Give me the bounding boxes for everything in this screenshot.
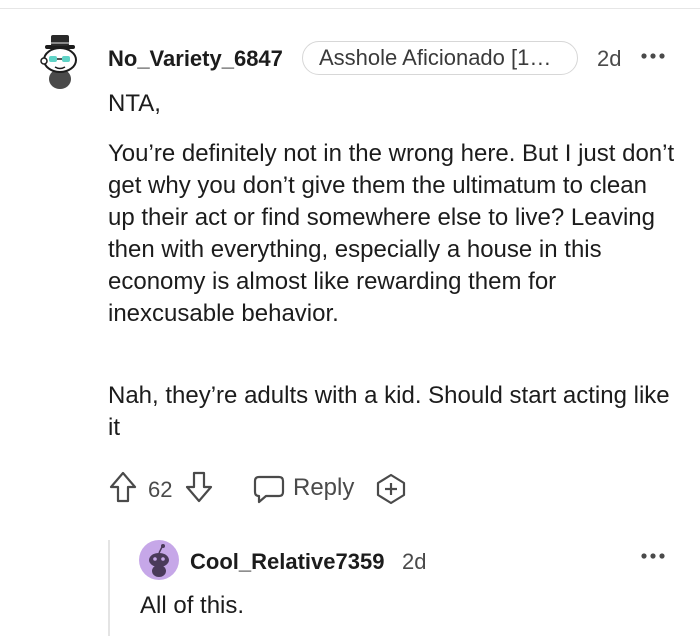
comment-username[interactable]: No_Variety_6847	[108, 45, 283, 73]
comment-timestamp[interactable]: 2d	[597, 45, 621, 73]
snoo-avatar-icon	[139, 540, 179, 580]
thread-line[interactable]	[108, 540, 110, 636]
reply-label: Reply	[293, 474, 355, 501]
more-dots-icon	[641, 53, 665, 59]
comment-paragraph: Nah, they’re adults with a kid. Should s…	[108, 382, 670, 441]
more-dots-icon	[641, 553, 665, 559]
upvote-arrow-icon[interactable]	[108, 470, 138, 504]
comment-paragraph: NTA,	[108, 90, 161, 117]
user-flair: Asshole Aficionado [1…	[302, 41, 578, 75]
snoo-avatar-icon	[40, 35, 77, 89]
speech-bubble-icon	[253, 475, 285, 504]
more-options-button[interactable]	[640, 46, 666, 66]
top-divider	[0, 8, 700, 9]
award-plus-icon[interactable]	[375, 473, 407, 505]
reply-body: All of this.	[140, 592, 245, 619]
vote-score: 62	[148, 477, 173, 502]
reply-more-options-button[interactable]	[640, 546, 666, 566]
comment-paragraph: You’re definitely not in the wrong here.…	[108, 140, 675, 327]
user-avatar[interactable]	[38, 32, 82, 90]
downvote-arrow-icon[interactable]	[184, 470, 214, 504]
reply-timestamp[interactable]: 2d	[402, 548, 426, 576]
reply-username[interactable]: Cool_Relative7359	[190, 548, 384, 576]
reply-user-avatar[interactable]	[139, 540, 179, 580]
reply-button[interactable]: Reply	[253, 468, 357, 508]
